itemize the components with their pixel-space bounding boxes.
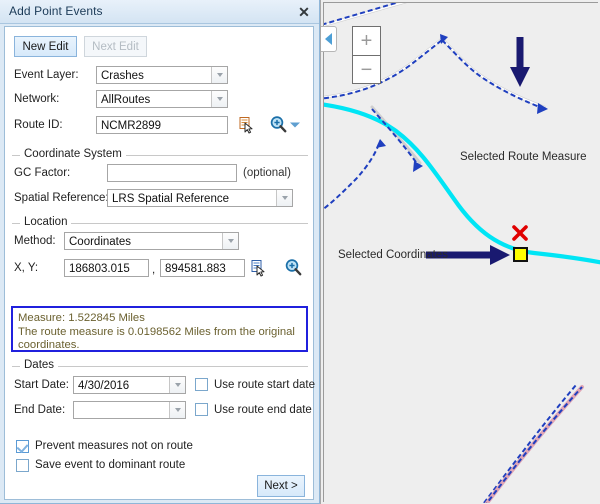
x-coordinate-input[interactable]: 186803.015 (64, 259, 149, 277)
gc-factor-input[interactable] (107, 164, 237, 182)
prevent-measures-checkbox[interactable] (16, 440, 29, 453)
event-layer-combo[interactable]: Crashes (96, 66, 228, 84)
collapse-panel-icon[interactable] (321, 26, 337, 52)
location-group-label: Location (20, 216, 71, 228)
next-edit-button: Next Edit (84, 36, 147, 57)
end-date-label: End Date: (14, 404, 65, 416)
use-route-end-date-checkbox[interactable] (195, 403, 208, 416)
location-group: Location (12, 223, 308, 224)
dates-group-label: Dates (20, 359, 58, 371)
close-icon[interactable]: ✕ (295, 3, 313, 21)
coordinate-system-group: Coordinate System (12, 155, 308, 156)
use-route-start-date-checkbox[interactable] (195, 378, 208, 391)
spatial-reference-value: LRS Spatial Reference (112, 191, 229, 207)
pick-coordinates-icon[interactable] (250, 258, 270, 278)
chevron-down-icon[interactable] (289, 121, 301, 129)
method-value: Coordinates (69, 234, 131, 250)
zoom-controls: + − (352, 26, 381, 84)
zoom-to-coordinates-icon[interactable] (284, 258, 303, 277)
measure-offset-text: The route measure is 0.0198562 Miles fro… (18, 326, 306, 352)
map-panel[interactable]: Selected Route Measure Selected Coordina… (320, 0, 600, 504)
zoom-to-route-icon[interactable] (269, 115, 288, 134)
method-label: Method: (14, 235, 56, 247)
chevron-down-icon[interactable] (169, 402, 185, 418)
save-dominant-route-checkbox[interactable] (16, 459, 29, 472)
prevent-measures-label: Prevent measures not on route (35, 440, 193, 452)
measure-info-box: Measure: 1.522845 Miles The route measur… (11, 306, 308, 352)
chevron-down-icon[interactable] (276, 190, 292, 206)
chevron-down-icon[interactable] (211, 67, 227, 83)
dialog-body: New Edit Next Edit Event Layer: Crashes … (4, 26, 314, 500)
dialog-titlebar: Add Point Events ✕ (0, 0, 319, 24)
add-point-events-dialog: Add Point Events ✕ New Edit Next Edit Ev… (0, 0, 320, 504)
use-route-start-date-label: Use route start date (214, 379, 315, 391)
network-label: Network: (14, 93, 59, 105)
selected-coordinates-annotation: Selected Coordinates (338, 249, 448, 261)
method-combo[interactable]: Coordinates (64, 232, 239, 250)
route-id-input[interactable]: NCMR2899 (96, 116, 228, 134)
gc-factor-hint: (optional) (243, 167, 291, 179)
gc-factor-label: GC Factor: (14, 167, 70, 179)
route-id-label: Route ID: (14, 119, 63, 131)
next-button[interactable]: Next > (257, 475, 305, 497)
dialog-title: Add Point Events (9, 4, 103, 18)
event-layer-value: Crashes (101, 68, 144, 84)
yellow-square-marker (514, 248, 527, 261)
chevron-down-icon[interactable] (211, 91, 227, 107)
xy-separator: , (152, 264, 155, 276)
new-edit-button[interactable]: New Edit (14, 36, 77, 57)
network-value: AllRoutes (101, 92, 150, 108)
use-route-end-date-label: Use route end date (214, 404, 312, 416)
start-date-value: 4/30/2016 (78, 378, 129, 394)
measure-value-text: Measure: 1.522845 Miles (18, 312, 145, 325)
xy-label: X, Y: (14, 262, 38, 274)
event-layer-label: Event Layer: (14, 69, 79, 81)
app-root: Add Point Events ✕ New Edit Next Edit Ev… (0, 0, 600, 504)
spatial-reference-combo[interactable]: LRS Spatial Reference (107, 189, 293, 207)
spatial-reference-label: Spatial Reference: (14, 192, 109, 204)
zoom-out-button[interactable]: − (353, 55, 380, 83)
dates-group: Dates (12, 366, 308, 367)
start-date-label: Start Date: (14, 379, 69, 391)
y-coordinate-input[interactable]: 894581.883 (160, 259, 245, 277)
chevron-down-icon[interactable] (169, 377, 185, 393)
save-dominant-route-label: Save event to dominant route (35, 459, 185, 471)
chevron-down-icon[interactable] (222, 233, 238, 249)
select-route-icon[interactable] (238, 115, 258, 135)
end-date-combo[interactable] (73, 401, 186, 419)
zoom-in-button[interactable]: + (353, 27, 380, 55)
network-combo[interactable]: AllRoutes (96, 90, 228, 108)
selected-route-measure-annotation: Selected Route Measure (460, 151, 587, 163)
coordinate-system-group-label: Coordinate System (20, 148, 126, 160)
start-date-combo[interactable]: 4/30/2016 (73, 376, 186, 394)
